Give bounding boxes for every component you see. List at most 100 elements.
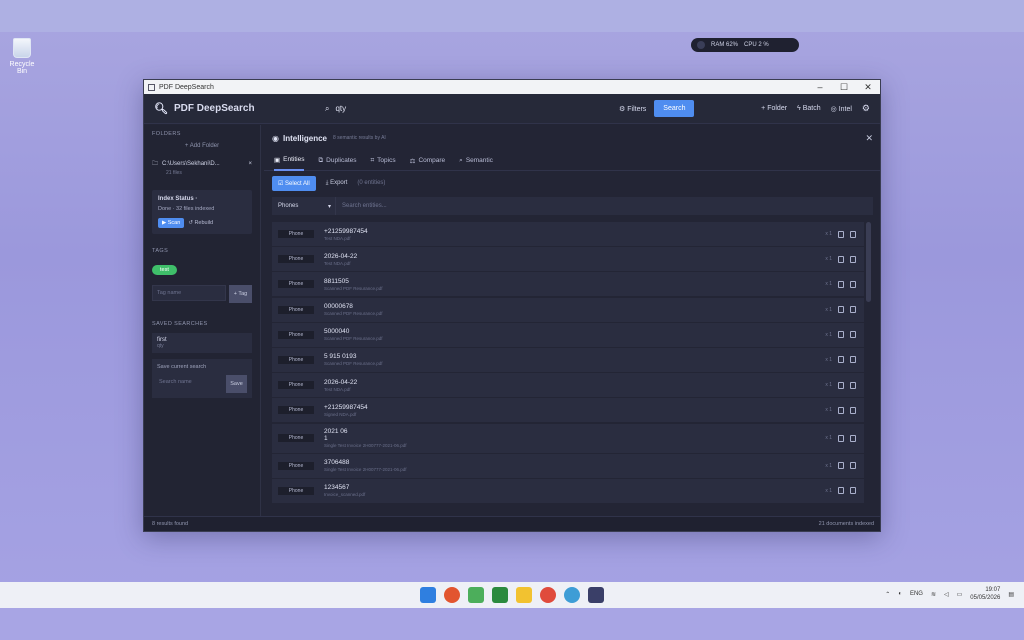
rebuild-button[interactable]: ↺ Rebuild <box>188 220 213 226</box>
chrome-icon[interactable] <box>540 587 556 603</box>
ram-readout: RAM 62% <box>711 42 739 48</box>
panel-tabs: ▣ Entities ⧉ Duplicates ⌗ Topics ⚖ Compa… <box>264 151 880 171</box>
search-name-input[interactable]: Search name <box>157 375 223 391</box>
open-document-icon[interactable] <box>838 356 844 364</box>
copy-icon[interactable] <box>850 356 856 364</box>
app-icon-1[interactable] <box>444 587 460 603</box>
folders-title: FOLDERS <box>152 131 181 137</box>
entity-row[interactable]: Phone 2026-04-22 Test NDA.pdf x 1 <box>272 247 864 272</box>
entity-row[interactable]: Phone +21259987454 Test NDA.pdf x 1 <box>272 222 864 246</box>
batch-button[interactable]: ϟ Batch <box>797 105 821 112</box>
entity-row[interactable]: Phone 3706488 Single Test Invoice 2H00777-… <box>272 453 864 478</box>
language-indicator[interactable]: ENG <box>910 591 923 597</box>
close-window-button[interactable]: ✕ <box>856 82 880 93</box>
tray-app-icon[interactable]: ◐ <box>898 591 902 597</box>
entity-type-badge: Phone <box>278 461 314 470</box>
saved-search-query: qty <box>157 343 164 349</box>
add-folder-button[interactable]: + Folder <box>761 105 787 112</box>
entity-row[interactable]: Phone 5 915 0193 Scanned PDF Resurance.pdf… <box>272 347 864 372</box>
settings-gear-icon[interactable]: ⚙ <box>862 103 870 114</box>
folder-item[interactable]: 🗀 C:\Users\Sekhani\D... × <box>152 159 252 169</box>
entity-type-badge: Phone <box>278 280 314 289</box>
filters-button[interactable]: ⚙ Filters <box>619 105 646 113</box>
search-button[interactable]: Search <box>654 100 695 117</box>
save-search-card: Save current search Search name Save <box>152 359 252 398</box>
add-tag-button[interactable]: + Tag <box>229 285 252 303</box>
tag-pill[interactable]: test <box>152 265 177 275</box>
entity-list-scrollbar[interactable] <box>866 222 871 302</box>
sidebar: FOLDERS + Add Folder 🗀 C:\Users\Sekhani\… <box>144 125 261 517</box>
window-title: PDF DeepSearch <box>159 83 214 91</box>
filters-label: Filters <box>627 105 647 113</box>
open-document-icon[interactable] <box>838 462 844 470</box>
open-document-icon[interactable] <box>838 381 844 389</box>
entity-value: 1234567 <box>324 484 350 492</box>
pdf-deepsearch-taskbar-icon[interactable] <box>588 587 604 603</box>
intel-button[interactable]: ◎ Intel <box>831 105 852 113</box>
tab-semantic[interactable]: ⌕ Semantic <box>459 151 493 171</box>
tag-name-input[interactable]: Tag name <box>152 285 226 301</box>
system-monitor-widget[interactable]: RAM 62% CPU 2 % <box>691 38 799 52</box>
volume-icon[interactable]: ◁ <box>944 591 949 598</box>
index-status-card: Index Status · Done · 32 files indexed ▶… <box>152 190 252 234</box>
copy-icon[interactable] <box>850 381 856 389</box>
minimize-button[interactable]: – <box>808 82 832 93</box>
maximize-button[interactable]: ☐ <box>832 82 856 93</box>
open-document-icon[interactable] <box>838 406 844 414</box>
tab-topics[interactable]: ⌗ Topics <box>371 151 396 171</box>
file-explorer-icon[interactable] <box>516 587 532 603</box>
entity-row[interactable]: Phone +21259987454 Signed NDA.pdf x 1 <box>272 398 864 423</box>
battery-icon[interactable]: ▭ <box>957 591 963 598</box>
copy-icon[interactable] <box>850 406 856 414</box>
folder-remove-icon[interactable]: × <box>248 161 252 167</box>
export-button[interactable]: ⤓ Export <box>326 180 348 187</box>
entity-value: 3706488 <box>324 459 350 467</box>
entity-row[interactable]: Phone 00000678 Scanned PDF Resurance.pdf x … <box>272 297 864 322</box>
recycle-bin-icon[interactable]: Recycle Bin <box>6 38 38 75</box>
entity-row[interactable]: Phone 1234567 Invoice_scanned.pdf x 1 <box>272 478 864 503</box>
entity-value: 5000040 <box>324 328 350 336</box>
app-window: PDF DeepSearch – ☐ ✕ 🔍︎ PDF DeepSearch ⌕… <box>143 79 881 532</box>
entity-source: Test NDA.pdf <box>324 386 351 392</box>
scan-button[interactable]: ▶ Scan <box>158 218 185 228</box>
app-icon-3[interactable] <box>492 587 508 603</box>
open-document-icon[interactable] <box>838 255 844 263</box>
entity-row[interactable]: Phone 2026-04-22 Test NDA.pdf x 1 <box>272 373 864 398</box>
saved-search-item[interactable]: first qty <box>152 333 252 353</box>
app-icon-4[interactable] <box>564 587 580 603</box>
open-document-icon[interactable] <box>838 280 844 288</box>
tab-entities[interactable]: ▣ Entities <box>274 151 305 171</box>
copy-icon[interactable] <box>850 462 856 470</box>
copy-icon[interactable] <box>850 255 856 263</box>
close-panel-icon[interactable]: ✕ <box>865 133 873 144</box>
select-all-button[interactable]: ☑ Select All <box>272 175 316 191</box>
save-search-button[interactable]: Save <box>226 375 247 393</box>
open-document-icon[interactable] <box>838 434 844 442</box>
chevron-up-icon[interactable]: ⌃ <box>885 591 890 598</box>
open-document-icon[interactable] <box>838 487 844 495</box>
tab-compare[interactable]: ⚖ Compare <box>410 151 446 171</box>
copy-icon[interactable] <box>850 230 856 238</box>
open-document-icon[interactable] <box>838 230 844 238</box>
open-document-icon[interactable] <box>838 306 844 314</box>
copy-icon[interactable] <box>850 331 856 339</box>
add-folder-link[interactable]: + Add Folder <box>152 143 252 149</box>
tab-duplicates-label: Duplicates <box>326 157 357 164</box>
copy-icon[interactable] <box>850 434 856 442</box>
open-document-icon[interactable] <box>838 331 844 339</box>
entity-search-input[interactable]: Search entities... <box>336 203 387 209</box>
app-icon-2[interactable] <box>468 587 484 603</box>
entity-row[interactable]: Phone 5000040 Scanned PDF Resurance.pdf x 1 <box>272 322 864 347</box>
wifi-icon[interactable]: ≋ <box>931 591 936 598</box>
entity-row[interactable]: Phone 2021 06 1 Single Test Invoice 2H0077… <box>272 423 864 453</box>
copy-icon[interactable] <box>850 487 856 495</box>
tab-duplicates[interactable]: ⧉ Duplicates <box>318 151 356 171</box>
search-input[interactable]: ⌕ qty <box>319 100 619 118</box>
copy-icon[interactable] <box>850 306 856 314</box>
start-icon[interactable] <box>420 587 436 603</box>
entity-type-select[interactable]: Phones ▾ <box>272 197 336 215</box>
clock[interactable]: 19:07 05/05/2026 <box>970 586 1000 602</box>
entity-row[interactable]: Phone 8811505 Scanned PDF Resurance.pdf x 1 <box>272 272 864 297</box>
notification-icon[interactable]: ▤ <box>1008 591 1014 598</box>
copy-icon[interactable] <box>850 280 856 288</box>
